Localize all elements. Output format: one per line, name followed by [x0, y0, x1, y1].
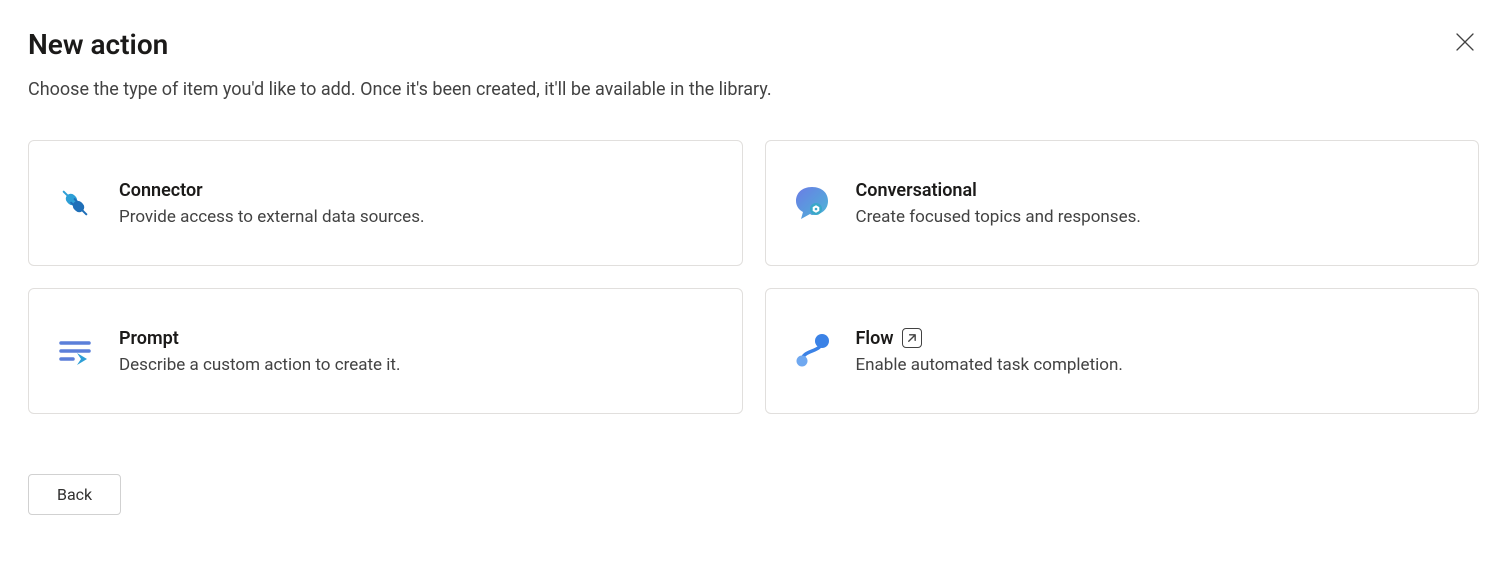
page-title: New action [28, 28, 168, 61]
card-description: Create focused topics and responses. [856, 207, 1455, 227]
card-description: Enable automated task completion. [856, 355, 1455, 375]
action-type-grid: Connector Provide access to external dat… [28, 140, 1479, 414]
card-flow[interactable]: Flow Enable automated task completion. [765, 288, 1480, 414]
card-title: Flow [856, 328, 1455, 349]
connector-icon [53, 181, 97, 225]
flow-icon [790, 329, 834, 373]
conversational-icon [790, 181, 834, 225]
card-connector[interactable]: Connector Provide access to external dat… [28, 140, 743, 266]
back-button[interactable]: Back [28, 474, 121, 515]
page-subtitle: Choose the type of item you'd like to ad… [28, 79, 1479, 100]
card-title: Conversational [856, 180, 1455, 201]
external-link-icon [902, 328, 922, 348]
card-title-text: Flow [856, 328, 894, 349]
card-description: Describe a custom action to create it. [119, 355, 718, 375]
close-button[interactable] [1451, 28, 1479, 59]
close-icon [1455, 32, 1475, 55]
card-conversational[interactable]: Conversational Create focused topics and… [765, 140, 1480, 266]
card-title: Connector [119, 180, 718, 201]
card-description: Provide access to external data sources. [119, 207, 718, 227]
prompt-icon [53, 329, 97, 373]
card-prompt[interactable]: Prompt Describe a custom action to creat… [28, 288, 743, 414]
card-title: Prompt [119, 328, 718, 349]
